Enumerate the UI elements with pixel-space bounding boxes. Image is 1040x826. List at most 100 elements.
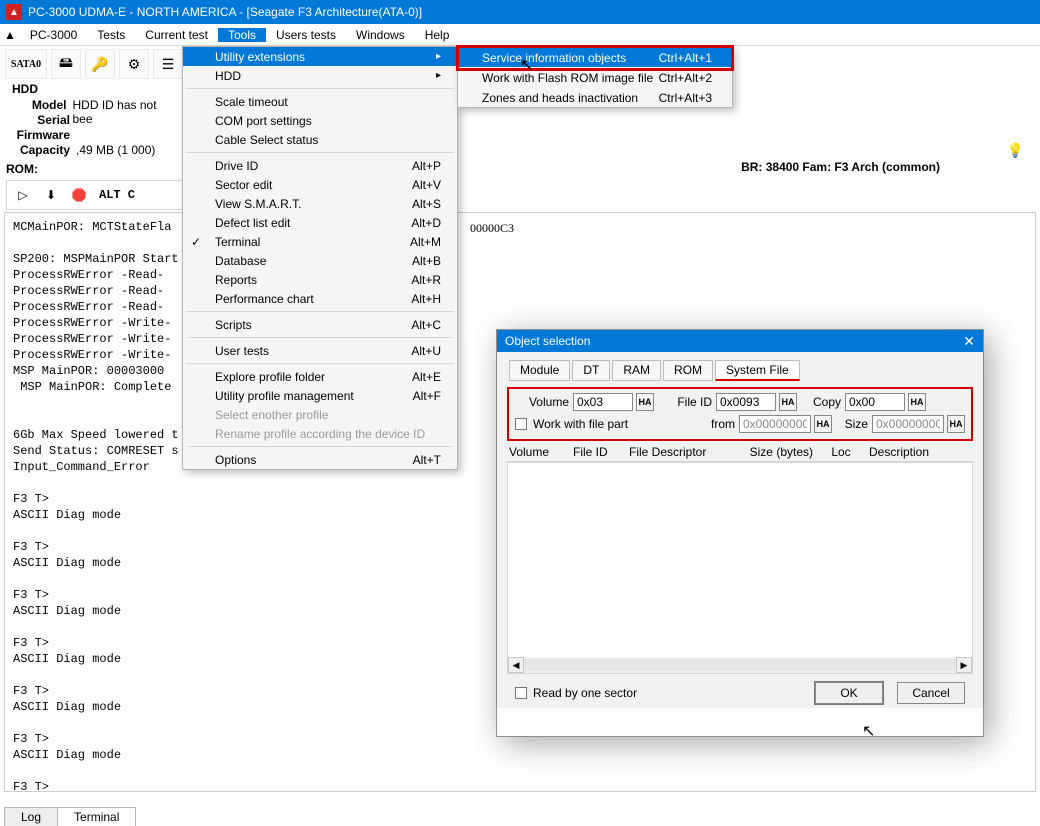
- hdd-label: HDD: [6, 82, 44, 96]
- col-descriptor[interactable]: File Descriptor: [629, 445, 729, 459]
- tools-item-select-enother-profile: Select enother profile: [183, 405, 457, 424]
- play-icon[interactable]: ▷: [9, 183, 37, 207]
- submenu-item-service-information-objects[interactable]: Service information objectsCtrl+Alt+1: [458, 47, 732, 67]
- submenu-item-zones-and-heads-inactivation[interactable]: Zones and heads inactivationCtrl+Alt+3: [458, 87, 732, 107]
- rom-label: ROM:: [6, 162, 38, 176]
- hex-button[interactable]: HA: [636, 393, 654, 411]
- scroll-left-icon[interactable]: ◀: [508, 657, 524, 673]
- close-icon[interactable]: ✕: [963, 333, 975, 350]
- submenu-item-work-with-flash-rom-image-file[interactable]: Work with Flash ROM image fileCtrl+Alt+2: [458, 67, 732, 87]
- tab-log[interactable]: Log: [4, 807, 58, 826]
- dlg-tab-ram[interactable]: RAM: [612, 360, 661, 381]
- copy-input[interactable]: [845, 393, 905, 411]
- tools-item-view-s-m-a-r-t-[interactable]: View S.M.A.R.T.Alt+S: [183, 194, 457, 213]
- from-label: from: [703, 417, 735, 431]
- status-lamp-icon: 💡: [1007, 142, 1024, 159]
- column-headers: Volume File ID File Descriptor Size (byt…: [507, 445, 973, 462]
- read-one-label: Read by one sector: [533, 686, 637, 700]
- br-fam-text: BR: 38400 Fam: F3 Arch (common): [741, 160, 940, 174]
- disk-icon[interactable]: 🖴: [51, 49, 81, 79]
- cancel-button[interactable]: Cancel: [897, 682, 965, 704]
- dlg-tab-system-file[interactable]: System File: [715, 360, 800, 381]
- annotation-box-2: Volume HA File ID HA Copy HA Work with f…: [507, 387, 973, 441]
- copy-label: Copy: [801, 395, 841, 409]
- dialog-titlebar[interactable]: Object selection ✕: [497, 330, 983, 352]
- work-with-file-part-checkbox[interactable]: Work with file part: [515, 417, 628, 431]
- bottom-tabs: Log Terminal: [4, 807, 135, 826]
- from-input: [739, 415, 811, 433]
- scroll-right-icon[interactable]: ▶: [956, 657, 972, 673]
- utility-ext-submenu: Service information objectsCtrl+Alt+1Wor…: [457, 46, 733, 108]
- fileid-label: File ID: [658, 395, 712, 409]
- sata0-button[interactable]: SATA0: [5, 49, 47, 79]
- list-icon[interactable]: ☰: [153, 49, 183, 79]
- dlg-tab-rom[interactable]: ROM: [663, 360, 713, 381]
- app-small-icon: ▲: [4, 28, 16, 42]
- stop-icon[interactable]: 🛑: [65, 183, 93, 207]
- model-label: Model: [6, 98, 67, 113]
- window-title: PC-3000 UDMA-E - NORTH AMERICA - [Seagat…: [28, 5, 422, 19]
- menu-help[interactable]: Help: [415, 28, 460, 42]
- menu-tools[interactable]: Tools: [218, 28, 266, 42]
- dlg-tab-dt[interactable]: DT: [572, 360, 610, 381]
- size-label: Size: [836, 417, 868, 431]
- list-area[interactable]: ◀ ▶: [507, 462, 973, 674]
- hex-button[interactable]: HA: [947, 415, 965, 433]
- tools-item-cable-select-status[interactable]: Cable Select status: [183, 130, 457, 149]
- tools-item-user-tests[interactable]: User testsAlt+U: [183, 341, 457, 360]
- fileid-input[interactable]: [716, 393, 776, 411]
- capacity-label: Capacity: [6, 143, 70, 158]
- hex-line: 00000C3: [470, 221, 514, 236]
- col-description[interactable]: Description: [869, 445, 929, 459]
- tools-item-drive-id[interactable]: Drive IDAlt+P: [183, 156, 457, 175]
- chip-icon[interactable]: ⚙: [119, 49, 149, 79]
- record-icon[interactable]: ⬇: [37, 183, 65, 207]
- tools-item-scale-timeout[interactable]: Scale timeout: [183, 92, 457, 111]
- menu-tests[interactable]: Tests: [87, 28, 135, 42]
- model-value: HDD ID has not bee: [73, 98, 175, 113]
- tools-item-utility-extensions[interactable]: Utility extensions▸: [183, 47, 457, 66]
- object-selection-dialog: Object selection ✕ ModuleDTRAMROMSystem …: [496, 329, 984, 737]
- workpart-label: Work with file part: [533, 417, 628, 431]
- tools-item-explore-profile-folder[interactable]: Explore profile folderAlt+E: [183, 367, 457, 386]
- col-fileid[interactable]: File ID: [573, 445, 621, 459]
- tools-item-scripts[interactable]: ScriptsAlt+C: [183, 315, 457, 334]
- tools-item-options[interactable]: OptionsAlt+T: [183, 450, 457, 469]
- volume-label: Volume: [515, 395, 569, 409]
- firmware-label: Firmware: [6, 128, 70, 143]
- col-size[interactable]: Size (bytes): [737, 445, 813, 459]
- read-one-sector-checkbox[interactable]: Read by one sector: [515, 686, 637, 700]
- dlg-tab-module[interactable]: Module: [509, 360, 570, 381]
- menubar: ▲ PC-3000TestsCurrent testToolsUsers tes…: [0, 24, 1040, 46]
- window-titlebar: ▲ PC-3000 UDMA-E - NORTH AMERICA - [Seag…: [0, 0, 1040, 24]
- menu-pc-3000[interactable]: PC-3000: [20, 28, 87, 42]
- col-loc[interactable]: Loc: [821, 445, 861, 459]
- tools-item-performance-chart[interactable]: Performance chartAlt+H: [183, 289, 457, 308]
- hex-button[interactable]: HA: [908, 393, 926, 411]
- serial-label: Serial: [6, 113, 70, 128]
- menu-current-test[interactable]: Current test: [135, 28, 218, 42]
- ok-button[interactable]: OK: [815, 682, 883, 704]
- tab-terminal[interactable]: Terminal: [57, 807, 136, 826]
- app-icon: ▲: [6, 4, 22, 20]
- dialog-title: Object selection: [505, 334, 590, 348]
- tools-item-defect-list-edit[interactable]: Defect list editAlt+D: [183, 213, 457, 232]
- hex-button[interactable]: HA: [779, 393, 797, 411]
- tools-item-terminal[interactable]: ✓TerminalAlt+M: [183, 232, 457, 251]
- tools-item-hdd[interactable]: HDD▸: [183, 66, 457, 85]
- tools-item-sector-edit[interactable]: Sector editAlt+V: [183, 175, 457, 194]
- key-icon[interactable]: 🔑: [85, 49, 115, 79]
- hex-button[interactable]: HA: [814, 415, 832, 433]
- volume-input[interactable]: [573, 393, 633, 411]
- tools-item-utility-profile-management[interactable]: Utility profile managementAlt+F: [183, 386, 457, 405]
- capacity-value: ,49 MB (1 000): [76, 143, 155, 158]
- menu-users-tests[interactable]: Users tests: [266, 28, 346, 42]
- col-volume[interactable]: Volume: [509, 445, 565, 459]
- tools-item-database[interactable]: DatabaseAlt+B: [183, 251, 457, 270]
- menu-windows[interactable]: Windows: [346, 28, 415, 42]
- tools-item-reports[interactable]: ReportsAlt+R: [183, 270, 457, 289]
- tools-item-com-port-settings[interactable]: COM port settings: [183, 111, 457, 130]
- tools-menu: Utility extensions▸HDD▸ Scale timeoutCOM …: [182, 46, 458, 470]
- dialog-tabs: ModuleDTRAMROMSystem File: [509, 360, 977, 381]
- hscrollbar[interactable]: ◀ ▶: [508, 657, 972, 673]
